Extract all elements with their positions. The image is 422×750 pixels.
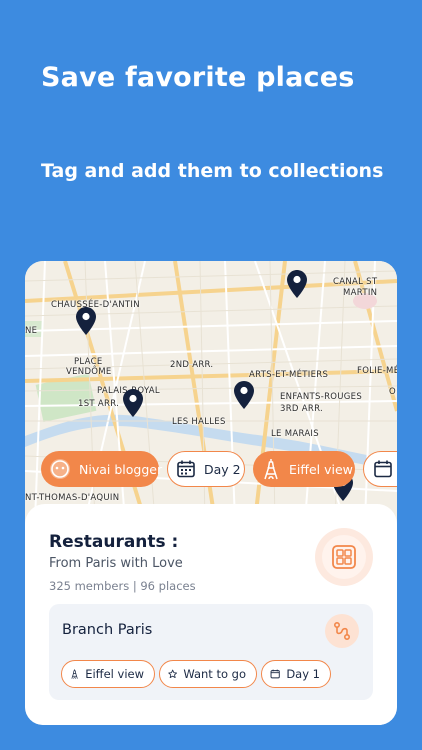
- chip-calendar-partial[interactable]: [363, 451, 397, 487]
- chip-day-2[interactable]: Day 2: [167, 451, 245, 487]
- map-pin-icon[interactable]: [234, 381, 254, 409]
- tag-day-1[interactable]: Day 1: [261, 660, 331, 688]
- collection-title: Restaurants :: [49, 532, 179, 552]
- map-label: ARTS-ET-MÉTIERS: [249, 370, 329, 380]
- map-label: MARTIN: [343, 288, 378, 298]
- tag-label: Day 1: [286, 667, 320, 681]
- map-label: 2ND ARR.: [170, 360, 214, 370]
- tag-label: Want to go: [183, 667, 246, 681]
- chip-label: Day 2: [204, 461, 241, 477]
- collections-grid-button[interactable]: [315, 528, 373, 586]
- chip-label: Eiffel view: [289, 461, 353, 477]
- calendar-icon: [176, 458, 196, 480]
- place-title: Branch Paris: [62, 622, 153, 638]
- map-label: PLACE: [74, 357, 103, 367]
- map-label: NT-THOMAS-D'AQUIN: [25, 493, 120, 503]
- headline: Save favorite places: [41, 62, 355, 93]
- calendar-icon: [372, 458, 394, 480]
- map-label: O: [389, 387, 396, 397]
- map-label: 1ST ARR.: [78, 399, 120, 409]
- chip-eiffel-view[interactable]: Eiffel view: [253, 451, 355, 487]
- grid-icon: [332, 545, 356, 569]
- chip-label: Nivai blogger: [79, 461, 163, 477]
- tag-label: Eiffel view: [85, 667, 144, 681]
- star-icon: [168, 669, 178, 679]
- map-label: LES HALLES: [172, 417, 226, 427]
- route-button[interactable]: [325, 614, 359, 648]
- map-label: NE: [25, 326, 38, 336]
- map-pin-icon[interactable]: [287, 270, 307, 298]
- tag-eiffel-view[interactable]: Eiffel view: [61, 660, 155, 688]
- tag-want-to-go[interactable]: Want to go: [159, 660, 257, 688]
- map-label: CANAL ST: [333, 277, 378, 287]
- collection-meta: 325 members | 96 places: [49, 579, 196, 593]
- map-pin-icon[interactable]: [76, 307, 96, 335]
- eiffel-tower-icon: [71, 669, 78, 679]
- collection-subtitle: From Paris with Love: [49, 556, 183, 571]
- app-screen: CANAL ST MARTIN CHAUSSÉE-D'ANTIN NE PLAC…: [25, 261, 397, 725]
- map-label: VENDÔME: [66, 367, 112, 377]
- map-pin-icon[interactable]: [123, 389, 143, 417]
- map-label: ENFANTS-ROUGES: [280, 392, 363, 402]
- eiffel-tower-icon: [261, 458, 281, 480]
- collection-sheet: Restaurants : From Paris with Love 325 m…: [25, 504, 397, 725]
- map-label: 3RD ARR.: [280, 404, 323, 414]
- route-icon: [333, 621, 351, 641]
- subheadline: Tag and add them to collections: [41, 160, 384, 182]
- map-label: LE MARAIS: [271, 429, 319, 439]
- chip-nivai-blogger[interactable]: Nivai blogger: [41, 451, 163, 487]
- blogger-avatar-icon: [49, 458, 71, 480]
- place-card[interactable]: Branch Paris Eiffel view Want to go Day …: [49, 604, 373, 700]
- map-view[interactable]: CANAL ST MARTIN CHAUSSÉE-D'ANTIN NE PLAC…: [25, 261, 397, 522]
- calendar-icon: [270, 669, 280, 679]
- map-label: FOLIE-MÉ: [357, 366, 397, 376]
